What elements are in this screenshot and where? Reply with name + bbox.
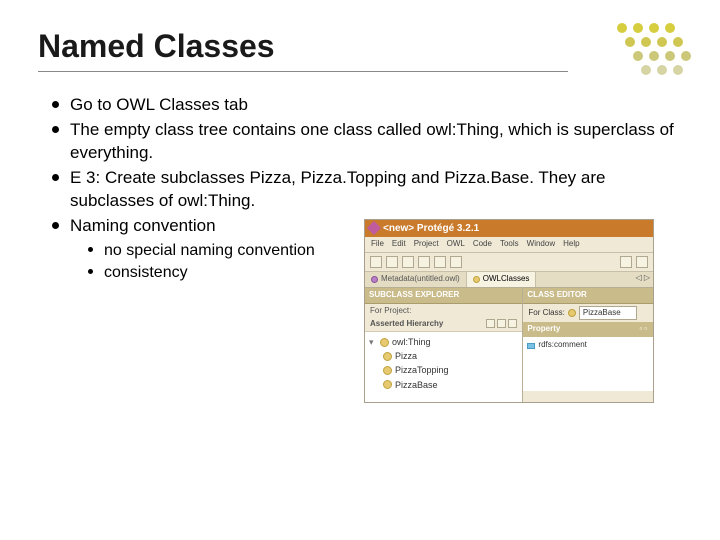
menu-item[interactable]: Help <box>563 239 579 250</box>
hierarchy-op-icon[interactable] <box>508 319 517 328</box>
tab-icon <box>371 276 378 283</box>
hierarchy-op-icon[interactable] <box>497 319 506 328</box>
toolbar-icon[interactable] <box>418 256 430 268</box>
bullet-label: Naming convention <box>70 215 354 238</box>
protege-titlebar: <new> Protégé 3.2.1 <box>365 220 653 238</box>
menu-item[interactable]: Edit <box>392 239 406 250</box>
tab-label: OWLClasses <box>483 274 530 285</box>
toolbar-icon[interactable] <box>620 256 632 268</box>
panel-header: CLASS EDITOR <box>523 288 653 304</box>
menu-item[interactable]: OWL <box>447 239 465 250</box>
class-icon <box>383 380 392 389</box>
toolbar-icon[interactable] <box>402 256 414 268</box>
sub-bullet-item: consistency <box>88 262 354 284</box>
hierarchy-op-icon[interactable] <box>486 319 495 328</box>
toolbar-icon[interactable] <box>386 256 398 268</box>
bullet-list: Go to OWL Classes tab The empty class tr… <box>38 94 682 403</box>
property-row[interactable]: rdfs:comment <box>527 340 649 351</box>
menu-item[interactable]: Tools <box>500 239 519 250</box>
slide-title: Named Classes <box>38 28 682 65</box>
subclass-explorer: SUBCLASS EXPLORER For Project: Asserted … <box>365 288 523 402</box>
sub-bullet-item: no special naming convention <box>88 240 354 262</box>
class-icon <box>383 352 392 361</box>
protege-tabs: Metadata(untitled.owl) OWLClasses ◁ ▷ <box>365 272 653 288</box>
menu-item[interactable]: Code <box>473 239 492 250</box>
tree-node[interactable]: Pizza <box>369 349 518 363</box>
protege-logo-icon <box>367 221 381 235</box>
tree-node[interactable]: PizzaTopping <box>369 363 518 377</box>
tree-label: PizzaBase <box>395 379 438 391</box>
expand-icon[interactable]: ▾ <box>369 336 377 348</box>
property-icon <box>527 343 535 349</box>
class-icon <box>383 366 392 375</box>
for-class-label: For Class: <box>528 308 564 319</box>
protege-window-title: <new> Protégé 3.2.1 <box>383 222 479 236</box>
property-header: Property <box>527 324 560 335</box>
hierarchy-label: Asserted Hierarchy <box>370 319 443 330</box>
menu-item[interactable]: Window <box>527 239 555 250</box>
tab-label: Metadata(untitled.owl) <box>381 274 460 285</box>
property-ops[interactable]: ▫▫ <box>639 324 649 335</box>
toolbar-icon[interactable] <box>370 256 382 268</box>
bullet-item: E 3: Create subclasses Pizza, Pizza.Topp… <box>52 167 682 213</box>
toolbar-icon[interactable] <box>636 256 648 268</box>
tree-node[interactable]: PizzaBase <box>369 378 518 392</box>
sub-bullet-list: no special naming convention consistency <box>70 240 354 284</box>
title-rule <box>38 71 568 72</box>
for-project-label: For Project: <box>365 304 522 319</box>
tree-label: owl:Thing <box>392 336 431 348</box>
bullet-item: Naming convention no special naming conv… <box>52 215 682 403</box>
tree-node-root[interactable]: ▾ owl:Thing <box>369 335 518 349</box>
protege-screenshot: <new> Protégé 3.2.1 File Edit Project OW… <box>364 219 654 403</box>
tab-nav[interactable]: ◁ ▷ <box>632 272 653 287</box>
tab-icon <box>473 276 480 283</box>
menu-item[interactable]: File <box>371 239 384 250</box>
menu-item[interactable]: Project <box>414 239 439 250</box>
class-icon <box>568 309 576 317</box>
panel-header: SUBCLASS EXPLORER <box>365 288 522 304</box>
property-list: rdfs:comment <box>523 337 653 391</box>
tree-label: Pizza <box>395 350 417 362</box>
class-editor: CLASS EDITOR For Class: PizzaBase Proper… <box>523 288 653 402</box>
class-tree: ▾ owl:Thing Pizza Piz <box>365 332 522 402</box>
toolbar-icon[interactable] <box>434 256 446 268</box>
bullet-item: The empty class tree contains one class … <box>52 119 682 165</box>
tab-owl-classes[interactable]: OWLClasses <box>467 272 537 287</box>
property-label: rdfs:comment <box>538 340 586 351</box>
protege-toolbar <box>365 253 653 272</box>
toolbar-icon[interactable] <box>450 256 462 268</box>
tree-label: PizzaTopping <box>395 364 449 376</box>
protege-menubar: File Edit Project OWL Code Tools Window … <box>365 237 653 253</box>
bullet-item: Go to OWL Classes tab <box>52 94 682 117</box>
class-name-field[interactable]: PizzaBase <box>579 306 637 321</box>
class-icon <box>380 338 389 347</box>
tab-metadata[interactable]: Metadata(untitled.owl) <box>365 272 467 287</box>
